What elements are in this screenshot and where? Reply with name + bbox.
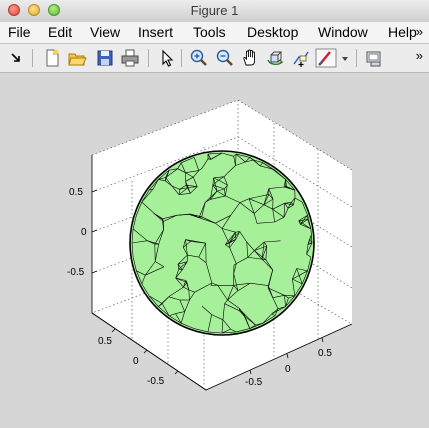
z-tick-label: -0.5 [67, 267, 85, 278]
menu-help[interactable]: Help [388, 24, 417, 40]
sphere-surface[interactable] [129, 150, 315, 336]
brush-dropdown-icon[interactable] [340, 48, 350, 68]
z-tick-label: 0 [81, 227, 87, 238]
menu-insert[interactable]: Insert [138, 24, 173, 40]
axes-3d[interactable] [0, 73, 429, 428]
x-tick-label: 0 [285, 364, 291, 375]
toolbar-separator [32, 49, 33, 67]
pan-hand-icon[interactable] [240, 48, 260, 68]
x-tick-label: 0.5 [318, 348, 332, 359]
plot-area: 0.5 0 -0.5 0.5 0 -0.5 -0.5 0 0.5 [0, 73, 429, 428]
brush-icon[interactable] [315, 48, 337, 68]
toolbar-separator [148, 49, 149, 67]
z-tick-label: 0.5 [69, 187, 83, 198]
menu-overflow-button[interactable]: » [416, 24, 423, 39]
figure-window: Figure 1 File Edit View Insert Tools Des… [0, 0, 429, 428]
rotate-3d-icon[interactable] [265, 48, 285, 68]
menu-file[interactable]: File [8, 24, 31, 40]
open-file-icon[interactable] [67, 48, 87, 68]
toolbar-separator [181, 49, 182, 67]
data-cursor-icon[interactable] [291, 48, 311, 68]
menu-bar: File Edit View Insert Tools Desktop Wind… [0, 22, 429, 44]
y-tick-label: -0.5 [147, 376, 165, 387]
link-plot-icon[interactable] [364, 48, 384, 68]
toolbar-separator [356, 49, 357, 67]
menu-edit[interactable]: Edit [48, 24, 72, 40]
figure-toolbar: » [0, 44, 429, 73]
menu-view[interactable]: View [90, 24, 120, 40]
toolbar-overflow-button[interactable]: » [416, 48, 423, 63]
menu-window[interactable]: Window [318, 24, 368, 40]
window-title: Figure 1 [190, 3, 239, 18]
new-figure-icon[interactable] [42, 48, 62, 68]
title-bar[interactable]: Figure 1 [0, 0, 429, 23]
save-icon[interactable] [95, 48, 115, 68]
y-tick-label: 0 [133, 356, 139, 367]
x-tick-label: -0.5 [245, 377, 263, 388]
print-icon[interactable] [120, 48, 140, 68]
zoom-in-icon[interactable] [189, 48, 209, 68]
y-tick-label: 0.5 [98, 336, 112, 347]
dock-arrow-icon[interactable] [6, 48, 26, 68]
menu-desktop[interactable]: Desktop [247, 24, 298, 40]
menu-tools[interactable]: Tools [193, 24, 226, 40]
zoom-out-icon[interactable] [215, 48, 235, 68]
select-pointer-icon[interactable] [157, 48, 177, 68]
